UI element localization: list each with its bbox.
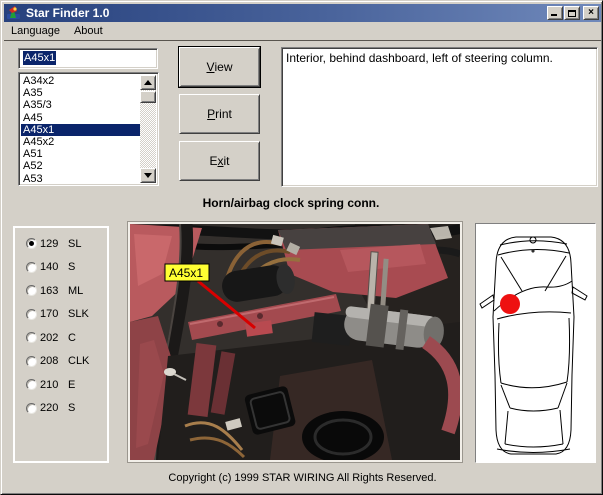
view-label-key: V xyxy=(206,60,214,74)
scroll-thumb[interactable] xyxy=(140,91,156,103)
app-window: Star Finder 1.0 × Language About A45x1 A… xyxy=(0,0,603,495)
car-top-view xyxy=(477,225,594,461)
app-icon xyxy=(6,5,22,21)
model-code: 220 xyxy=(40,402,67,414)
radio-icon[interactable] xyxy=(26,332,37,343)
list-scrollbar[interactable] xyxy=(140,75,156,183)
exit-label-rest: it xyxy=(224,154,230,168)
photo-illustration: A45x1 xyxy=(130,224,460,460)
model-code: 170 xyxy=(40,308,67,320)
model-series: C xyxy=(68,332,76,344)
location-marker xyxy=(500,294,520,314)
connector-name-label: Horn/airbag clock spring conn. xyxy=(1,196,581,210)
arrow-down-icon xyxy=(144,173,152,178)
radio-icon[interactable] xyxy=(26,285,37,296)
location-photo: A45x1 xyxy=(128,222,462,462)
model-code: 202 xyxy=(40,332,67,344)
list-item[interactable]: A45x2 xyxy=(21,136,140,148)
minimize-button[interactable] xyxy=(547,6,563,20)
minimize-icon xyxy=(551,14,557,16)
model-series: CLK xyxy=(68,355,89,367)
connector-listbox[interactable]: A34x2 A35 A35/3 A45 A45x1 A45x2 A51 A52 … xyxy=(18,72,159,186)
model-option-170[interactable]: 170 SLK xyxy=(15,303,107,327)
model-code: 129 xyxy=(40,238,67,250)
model-code: 210 xyxy=(40,379,67,391)
list-item[interactable]: A45 xyxy=(21,112,140,124)
close-button[interactable]: × xyxy=(583,6,599,20)
view-label-rest: iew xyxy=(215,60,233,74)
list-item-selected[interactable]: A45x1 xyxy=(21,124,140,136)
radio-icon[interactable] xyxy=(26,379,37,390)
car-location-panel xyxy=(475,223,596,463)
list-item[interactable]: A51 xyxy=(21,148,140,160)
window-title: Star Finder 1.0 xyxy=(26,6,109,20)
list-item[interactable]: A35/3 xyxy=(21,99,140,111)
window-controls: × xyxy=(547,6,599,20)
radio-icon[interactable] xyxy=(26,356,37,367)
model-selector-frame: 129 SL 140 S 163 ML 170 SLK 202 C 208 CL… xyxy=(13,226,109,463)
model-option-202[interactable]: 202 C xyxy=(15,326,107,350)
connector-search-value: A45x1 xyxy=(23,51,56,65)
radio-icon[interactable] xyxy=(26,262,37,273)
radio-icon[interactable] xyxy=(26,238,37,249)
model-option-208[interactable]: 208 CLK xyxy=(15,350,107,374)
titlebar[interactable]: Star Finder 1.0 × xyxy=(4,4,601,22)
callout-label-text: A45x1 xyxy=(169,266,203,280)
menu-about[interactable]: About xyxy=(67,23,110,40)
model-series: SLK xyxy=(68,308,89,320)
model-series: E xyxy=(68,379,75,391)
arrow-up-icon xyxy=(144,80,152,85)
model-code: 163 xyxy=(40,285,67,297)
location-description-box[interactable]: Interior, behind dashboard, left of stee… xyxy=(281,47,598,187)
list-item[interactable]: A35 xyxy=(21,87,140,99)
car-outline xyxy=(480,237,587,454)
model-series: SL xyxy=(68,238,81,250)
model-code: 140 xyxy=(40,261,67,273)
exit-label-pre: E xyxy=(209,154,217,168)
connector-search-input[interactable]: A45x1 xyxy=(18,48,158,69)
print-label-rest: rint xyxy=(215,107,232,121)
close-icon: × xyxy=(588,8,594,18)
model-code: 208 xyxy=(40,355,67,367)
radio-icon[interactable] xyxy=(26,403,37,414)
model-series: S xyxy=(68,261,75,273)
maximize-icon xyxy=(568,10,576,17)
model-series: S xyxy=(68,402,75,414)
model-option-210[interactable]: 210 E xyxy=(15,373,107,397)
radio-icon[interactable] xyxy=(26,309,37,320)
scroll-up-button[interactable] xyxy=(140,75,156,90)
list-item[interactable]: A53 xyxy=(21,173,140,185)
copyright-label: Copyright (c) 1999 STAR WIRING All Right… xyxy=(1,472,603,484)
model-series: ML xyxy=(68,285,83,297)
model-option-129[interactable]: 129 SL xyxy=(15,232,107,256)
model-option-220[interactable]: 220 S xyxy=(15,397,107,421)
model-option-140[interactable]: 140 S xyxy=(15,256,107,280)
exit-button[interactable]: Exit xyxy=(179,141,260,181)
list-item[interactable]: A34x2 xyxy=(21,75,140,87)
list-item[interactable]: A52 xyxy=(21,160,140,172)
menubar: Language About xyxy=(4,22,601,41)
view-button[interactable]: View xyxy=(179,47,260,87)
model-option-163[interactable]: 163 ML xyxy=(15,279,107,303)
print-button[interactable]: Print xyxy=(179,94,260,134)
print-label-key: P xyxy=(207,107,215,121)
menu-language[interactable]: Language xyxy=(4,23,67,40)
maximize-button[interactable] xyxy=(564,6,580,20)
scroll-down-button[interactable] xyxy=(140,168,156,183)
